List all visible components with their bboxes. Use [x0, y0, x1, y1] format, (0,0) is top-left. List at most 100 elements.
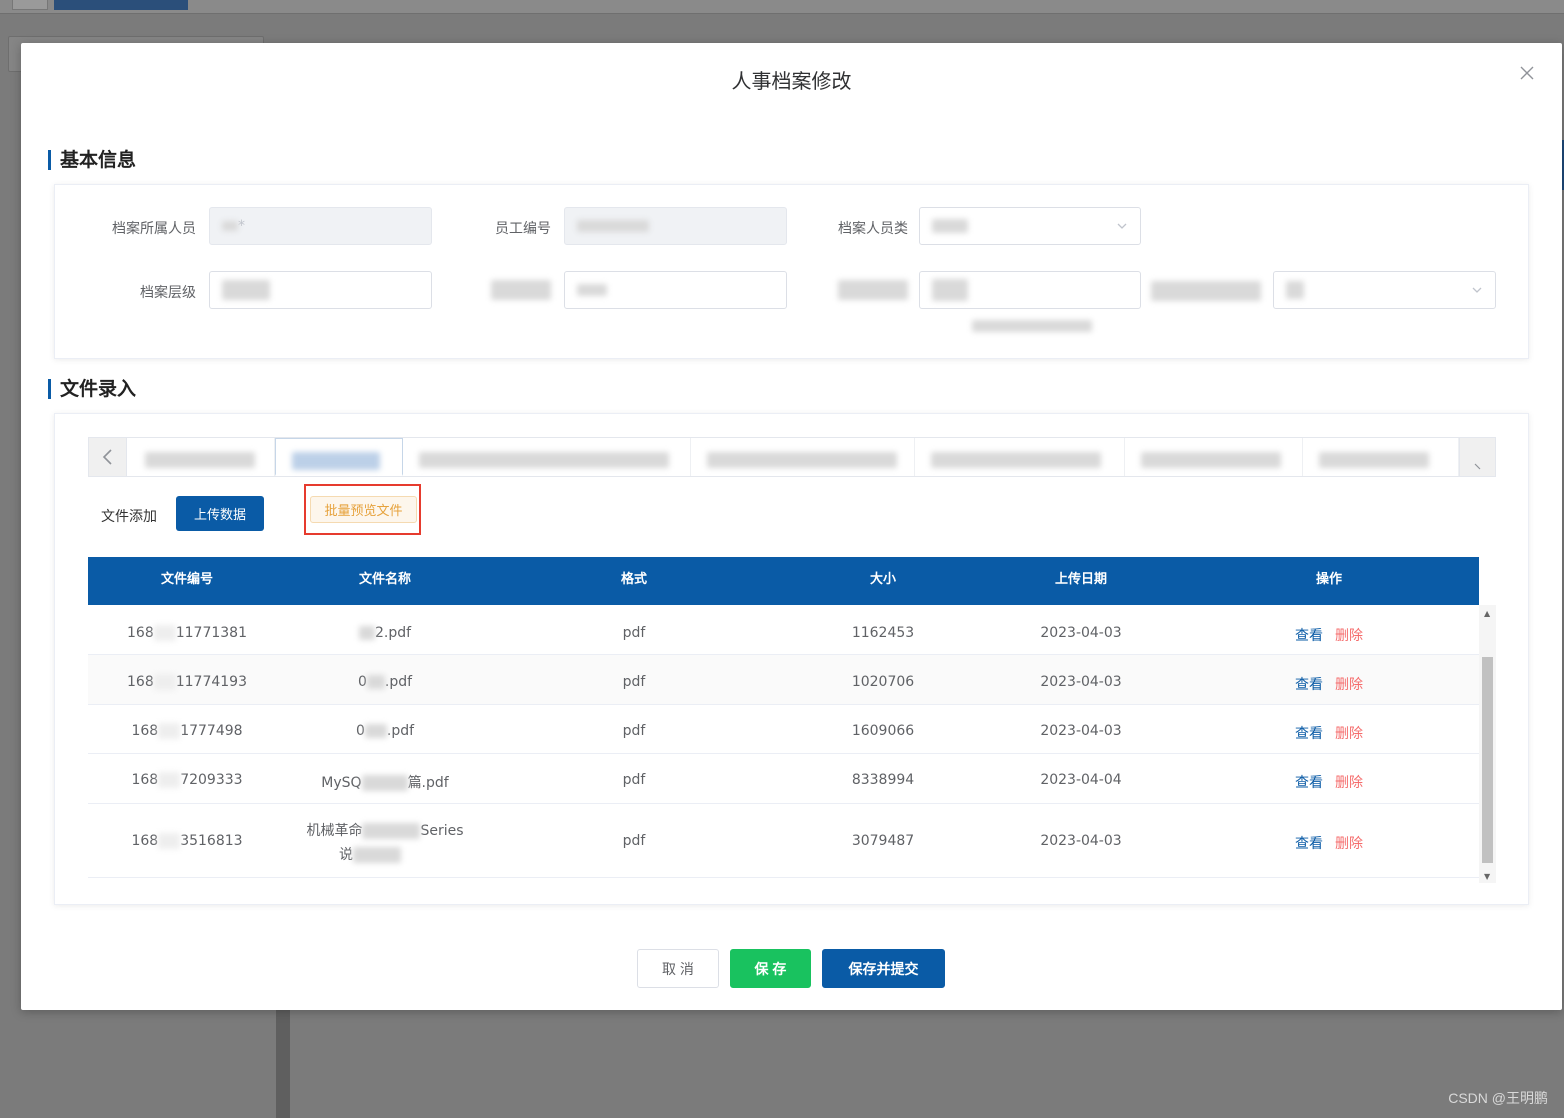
table-header: 文件编号 文件名称 格式 大小 上传日期 操作 [88, 557, 1479, 605]
owner-value: * [238, 218, 245, 234]
edit-dialog: 人事档案修改 基本信息 档案所属人员 * 员工编号 档案人员类 档案层级 文件录… [21, 43, 1562, 1010]
cell-size: 1020706 [851, 674, 915, 690]
view-link[interactable]: 查看 [1295, 726, 1323, 742]
field-input-redacted[interactable] [564, 271, 787, 309]
cell-file-no: 168 7209333 [131, 772, 243, 788]
tab-redacted-active[interactable] [275, 438, 403, 476]
view-link[interactable]: 查看 [1295, 836, 1323, 852]
upload-data-button[interactable]: 上传数据 [176, 496, 264, 531]
level-label: 档案层级 [140, 285, 196, 301]
delete-link[interactable]: 删除 [1335, 726, 1363, 742]
view-link[interactable]: 查看 [1295, 775, 1323, 791]
field-label-redacted-2 [788, 280, 908, 300]
scroll-down-icon[interactable]: ▼ [1484, 872, 1490, 881]
scroll-thumb[interactable] [1482, 657, 1493, 863]
view-link[interactable]: 查看 [1295, 677, 1323, 693]
owner-input[interactable]: * [209, 207, 432, 245]
file-category-tabs [88, 437, 1496, 477]
cell-file-name: 0 .pdf [357, 674, 413, 690]
tab-redacted-1[interactable] [129, 438, 275, 476]
section-title-file-entry: 文件录入 [48, 379, 136, 399]
cell-file-no: 168 11774193 [127, 674, 247, 690]
save-button[interactable]: 保 存 [730, 949, 811, 988]
level-input[interactable] [209, 271, 432, 309]
category-select[interactable] [919, 207, 1141, 245]
tab-redacted-4[interactable] [915, 438, 1125, 476]
background-tab-active [54, 0, 188, 10]
redacted-text [577, 284, 607, 296]
delete-link[interactable]: 删除 [1335, 836, 1363, 852]
cell-file-name: 机械革命 Series 说 [306, 823, 464, 863]
column-header-upload-date: 上传日期 [1054, 572, 1107, 587]
cancel-button[interactable]: 取 消 [637, 949, 719, 988]
watermark: CSDN @王明鹏 [1448, 1090, 1548, 1106]
cell-upload-date: 2023-04-03 [1040, 723, 1122, 739]
redacted-text [222, 221, 238, 231]
tab-redacted-3[interactable] [691, 438, 915, 476]
tabs-next-button[interactable] [1459, 438, 1495, 476]
chevron-down-icon [1472, 287, 1482, 293]
paper-file-label-redacted [1151, 281, 1261, 301]
table-scrollbar[interactable]: ▲ ▼ [1479, 605, 1496, 883]
table-row: 168 7209333 MySQ 篇.pdf pdf 8338994 2023-04… [88, 754, 1479, 804]
category-label: 档案人员类 [838, 221, 908, 237]
cell-upload-date: 2023-04-03 [1040, 833, 1122, 849]
chevron-down-icon [1117, 223, 1127, 229]
scroll-up-icon[interactable]: ▲ [1484, 609, 1490, 618]
cell-format: pdf [622, 772, 646, 788]
redacted-text [222, 280, 270, 300]
cell-format: pdf [622, 674, 646, 690]
cell-format: pdf [622, 723, 646, 739]
cell-actions: 查看 删除 [1180, 833, 1478, 853]
tab-redacted-2[interactable] [403, 438, 691, 476]
table-row: 168 11771381 2.pdf pdf 1162453 2023-04-03… [88, 605, 1479, 655]
delete-link[interactable]: 删除 [1335, 677, 1363, 693]
tabs-prev-button[interactable] [89, 438, 127, 476]
chevron-left-icon [102, 449, 112, 465]
highlight-box: 批量预览文件 [304, 484, 421, 535]
column-header-actions: 操作 [1315, 572, 1342, 587]
cell-upload-date: 2023-04-03 [1040, 625, 1122, 641]
employee-no-input[interactable] [564, 207, 787, 245]
close-icon[interactable] [1520, 65, 1540, 85]
basic-info-card: 档案所属人员 * 员工编号 档案人员类 档案层级 [54, 184, 1529, 359]
cell-size: 8338994 [851, 772, 915, 788]
field-label-redacted [431, 280, 551, 300]
cell-actions: 查看 删除 [1180, 674, 1478, 694]
column-header-format: 格式 [620, 572, 647, 587]
field-input-redacted-2[interactable] [919, 271, 1141, 332]
cell-file-name: 0 .pdf [355, 723, 415, 739]
redacted-text [972, 320, 1092, 332]
employee-no-label: 员工编号 [495, 221, 551, 237]
column-header-file-no: 文件编号 [160, 572, 213, 587]
batch-preview-button[interactable]: 批量预览文件 [310, 496, 417, 523]
tab-redacted-5[interactable] [1125, 438, 1303, 476]
table-row: 168 1777498 0 .pdf pdf 1609066 2023-04-03 … [88, 705, 1479, 754]
cell-actions: 查看 删除 [1180, 772, 1478, 792]
paper-file-select[interactable] [1273, 271, 1496, 309]
cell-file-name: MySQ 篇.pdf [321, 775, 449, 791]
file-entry-card: 文件添加 上传数据 批量预览文件 文件编号 文件名称 格式 大小 上传日期 操作… [54, 413, 1529, 905]
cell-size: 1609066 [851, 723, 915, 739]
save-and-submit-button[interactable]: 保存并提交 [822, 949, 945, 988]
background-tab-home [12, 0, 48, 10]
tab-redacted-6[interactable] [1303, 438, 1459, 476]
delete-link[interactable]: 删除 [1335, 775, 1363, 791]
file-add-label: 文件添加 [101, 509, 157, 525]
view-link[interactable]: 查看 [1295, 628, 1323, 644]
cell-file-name: 2.pdf [286, 625, 484, 641]
delete-link[interactable]: 删除 [1335, 628, 1363, 644]
cell-size: 3079487 [851, 833, 915, 849]
cell-upload-date: 2023-04-03 [1040, 674, 1122, 690]
table-row: 168 11774193 0 .pdf pdf 1020706 2023-04-03… [88, 655, 1479, 705]
column-header-size: 大小 [869, 572, 896, 587]
column-header-file-name: 文件名称 [358, 572, 411, 587]
dialog-title: 人事档案修改 [731, 69, 852, 93]
table-row: 168 3516813 机械革命 Series 说 pdf 3079487 2023… [88, 804, 1479, 878]
owner-label: 档案所属人员 [112, 221, 196, 237]
cell-actions: 查看 删除 [1180, 625, 1478, 645]
chevron-right-icon [1474, 463, 1481, 470]
redacted-text [932, 279, 968, 301]
background-top-bar [0, 0, 1564, 14]
cell-file-no: 168 1777498 [131, 723, 243, 739]
